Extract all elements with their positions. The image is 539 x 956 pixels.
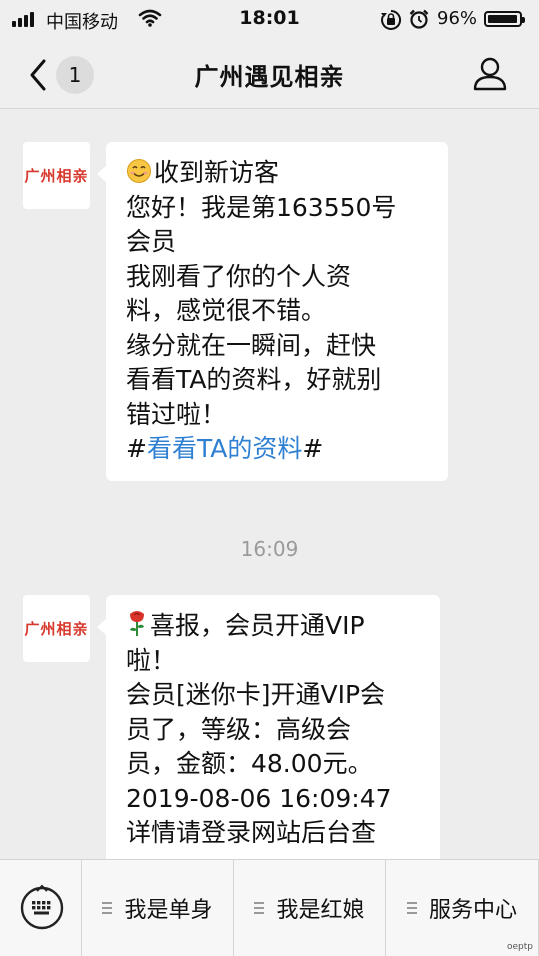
message-line: 员，金额：48.00元。 xyxy=(126,749,373,778)
menu-list-icon xyxy=(406,899,417,917)
profile-icon[interactable] xyxy=(470,54,510,94)
message-line: 会员 xyxy=(126,227,177,256)
message-line: 员了，等级：高级会 xyxy=(126,714,352,744)
smile-emoji-icon xyxy=(127,159,151,183)
message-line: 缘分就在一瞬间，赶快 xyxy=(126,330,377,360)
keyboard-icon xyxy=(20,884,64,930)
menu-list-icon xyxy=(102,899,113,917)
message-line: 啦！ xyxy=(126,645,177,675)
keyboard-toggle-button[interactable] xyxy=(0,860,82,956)
battery-percentage: 96% xyxy=(437,8,478,29)
nav-bar: 1 广州遇见相亲 xyxy=(0,40,539,109)
message-line: 我刚看了你的个人资 xyxy=(126,261,352,291)
menu-item-matchmaker[interactable]: 我是红娘 xyxy=(234,860,386,956)
status-bar: 中国移动 18:01 96% xyxy=(0,0,539,40)
avatar[interactable]: 广州相亲 xyxy=(23,142,90,209)
chat-area[interactable]: 广州相亲 收到新访客 您好！我是第163550号 会员 我刚看了你的个人资 料，… xyxy=(0,109,539,859)
message-line: 错过啦！ xyxy=(126,399,227,429)
battery-icon xyxy=(484,11,525,27)
view-profile-link[interactable]: 看看TA的资料 xyxy=(147,434,302,463)
menu-item-label: 我是单身 xyxy=(124,898,213,923)
message-line: 详情请登录网站后台查 xyxy=(126,818,377,847)
message-line: 会员[迷你卡]开通VIP会 xyxy=(126,680,386,709)
message-bubble[interactable]: 收到新访客 您好！我是第163550号 会员 我刚看了你的个人资 料，感觉很不错… xyxy=(97,142,448,481)
alarm-icon xyxy=(409,9,429,29)
menu-item-single[interactable]: 我是单身 xyxy=(82,860,234,956)
message-line: 2019-08-06 16:09:47 xyxy=(126,783,392,813)
menu-item-label: 我是红娘 xyxy=(276,898,365,923)
message-link-line: #看看TA的资料# xyxy=(126,434,324,463)
message-line: 看看TA的资料，好就别 xyxy=(126,365,382,394)
menu-list-icon xyxy=(254,899,265,917)
message-line: 喜报，会员开通VIP xyxy=(126,609,420,644)
message-line: 料，感觉很不错。 xyxy=(126,296,327,325)
avatar[interactable]: 广州相亲 xyxy=(23,595,90,662)
rose-emoji-icon xyxy=(130,611,144,636)
page-title: 广州遇见相亲 xyxy=(194,63,345,91)
message-timestamp: 16:09 xyxy=(240,537,299,561)
message-line: 收到新访客 xyxy=(126,156,428,191)
lock-rotation-icon xyxy=(381,9,402,30)
bottom-menu: 我是单身 我是红娘 服务中心 oeptp xyxy=(0,859,539,956)
message-line: 您好！我是第163550号 xyxy=(126,192,397,222)
menu-item-label: 服务中心 xyxy=(428,898,517,923)
watermark: oeptp xyxy=(507,942,533,952)
message-bubble[interactable]: 喜报，会员开通VIP 啦！ 会员[迷你卡]开通VIP会 员了，等级：高级会 员，… xyxy=(97,595,440,859)
